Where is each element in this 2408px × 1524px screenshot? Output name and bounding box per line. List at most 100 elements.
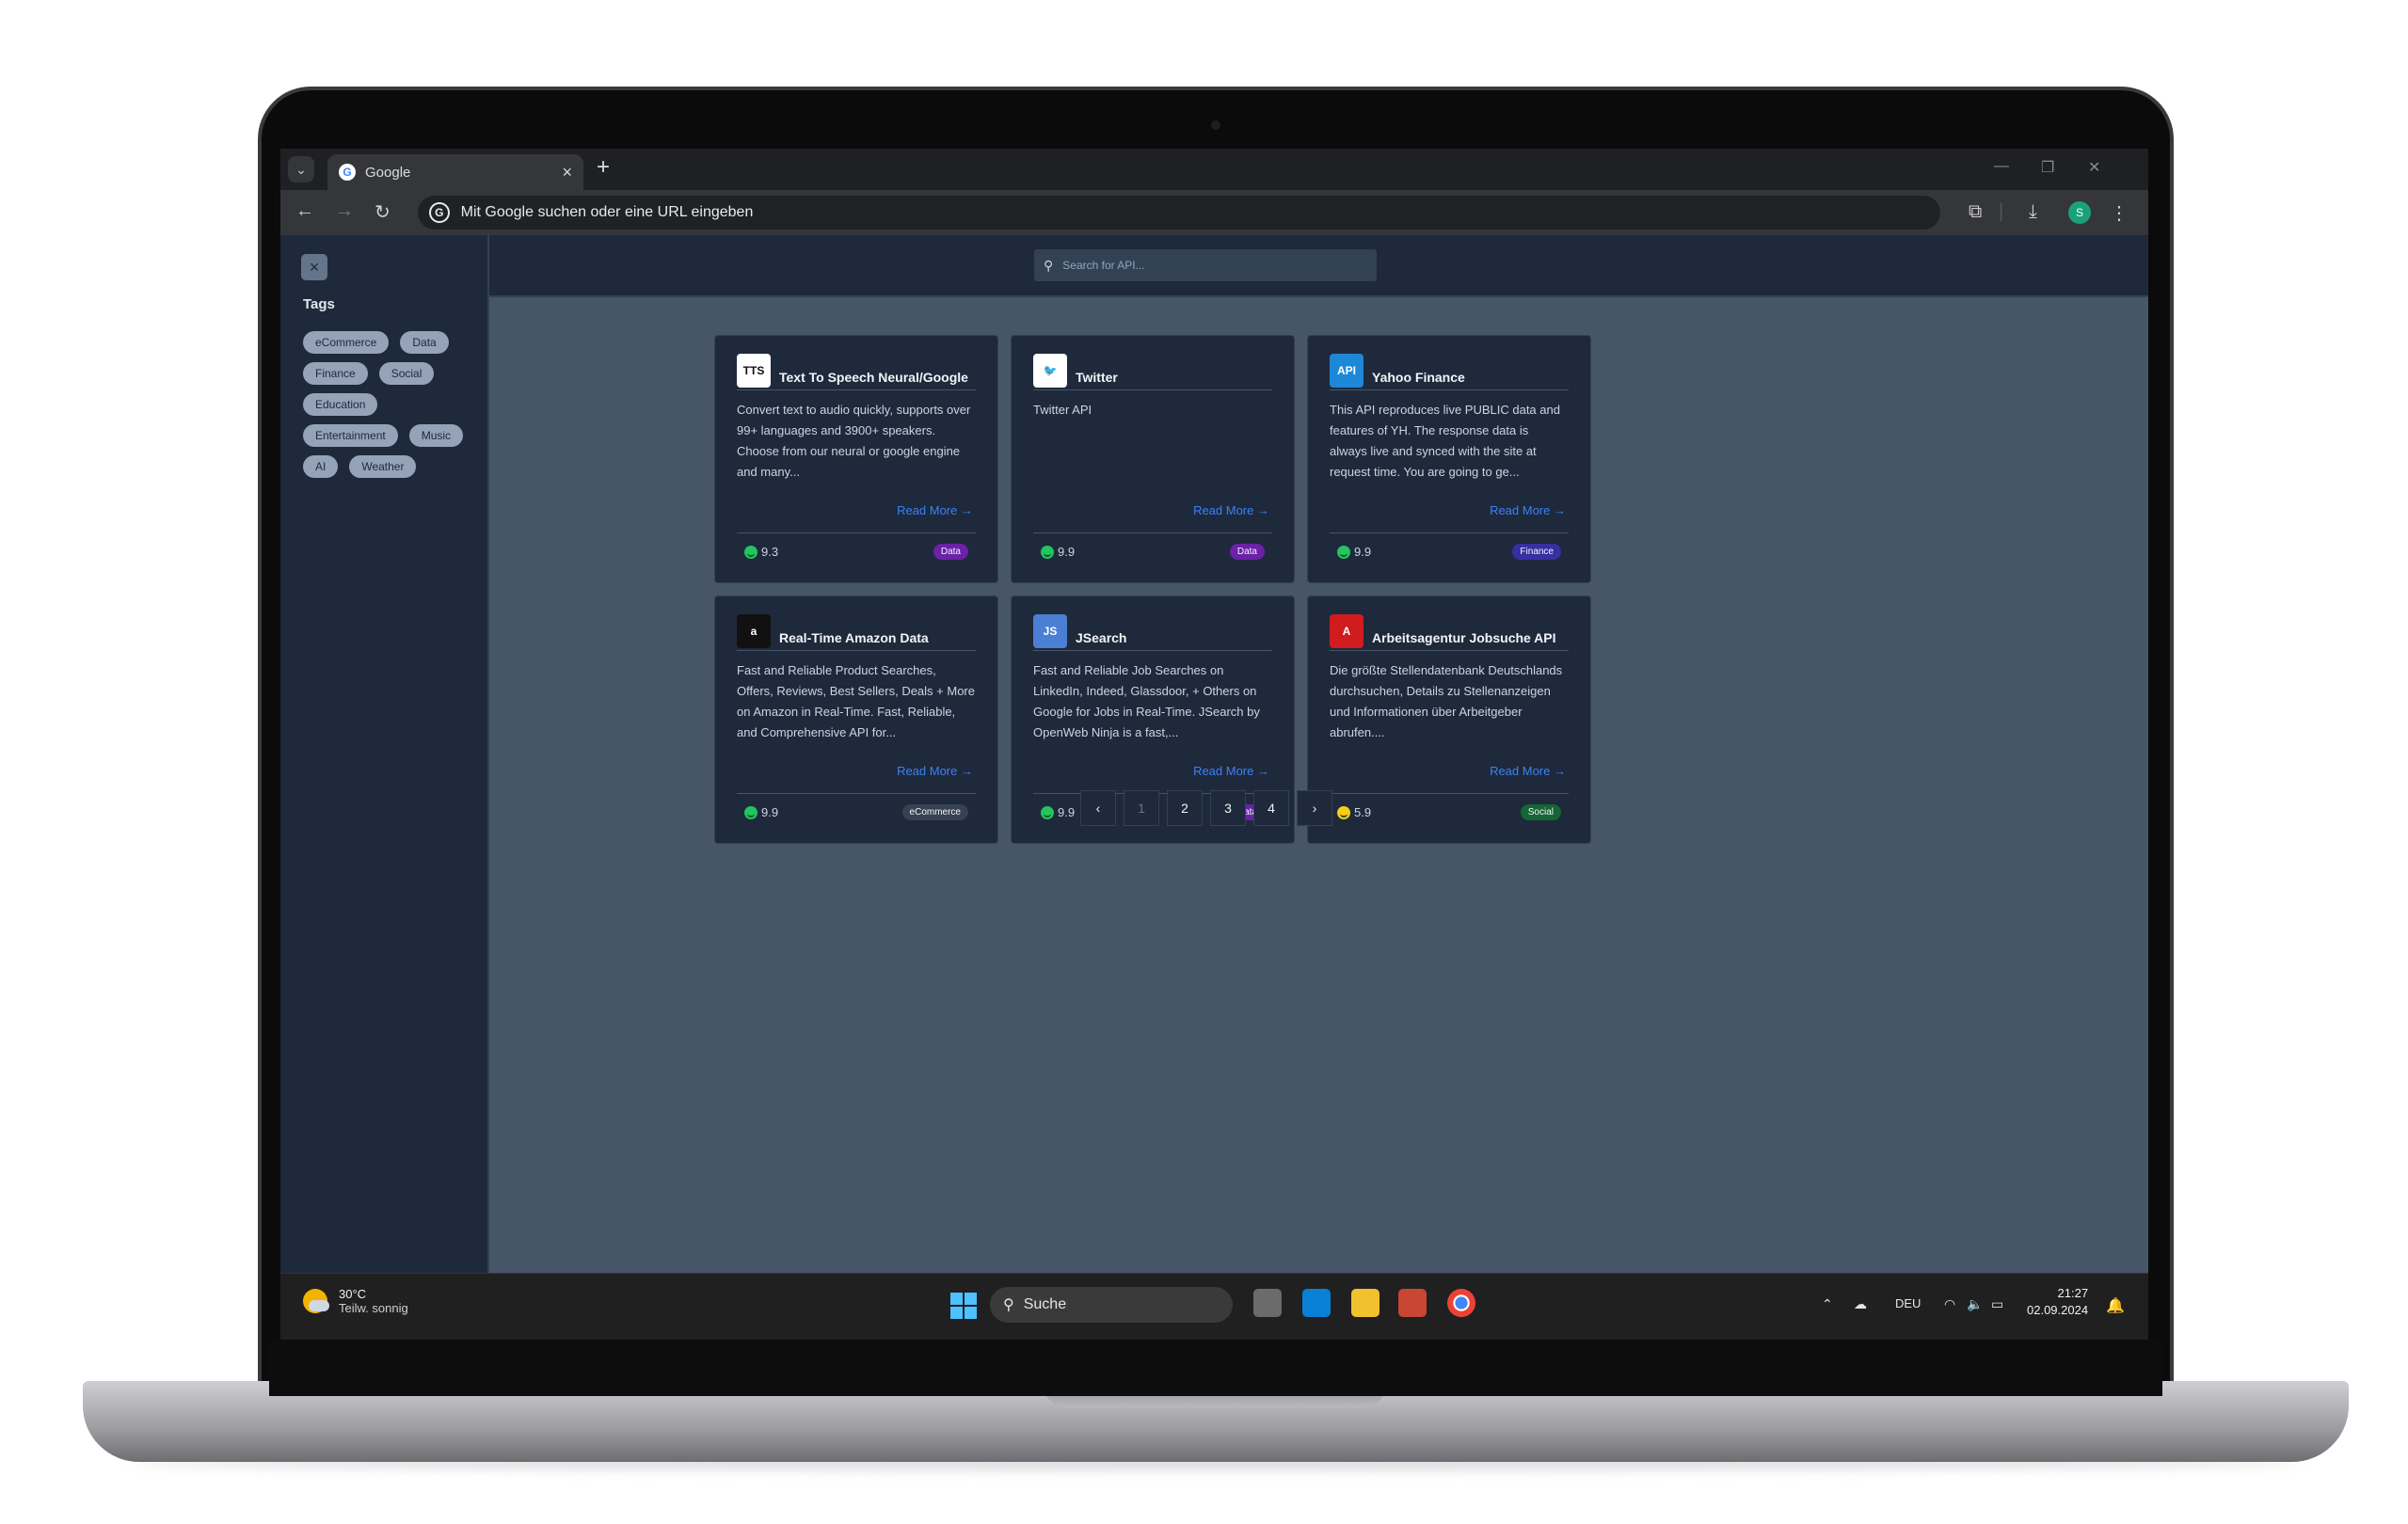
read-more-link[interactable]: Read More →	[1490, 503, 1566, 517]
reload-icon[interactable]: ↻	[375, 200, 391, 224]
volume-icon[interactable]: 🔈	[1967, 1296, 1983, 1312]
card-description: Twitter API	[1033, 403, 1092, 417]
menu-kebab-icon[interactable]: ⋮	[2110, 201, 2129, 225]
category-badge[interactable]: Data	[933, 544, 968, 560]
arrow-right-icon: →	[961, 764, 973, 778]
extensions-icon[interactable]: ⧉	[1969, 201, 1982, 223]
api-card[interactable]: TTS Text To Speech Neural/Google Convert…	[714, 335, 998, 583]
arrow-right-icon: →	[1257, 764, 1269, 778]
read-more-link[interactable]: Read More →	[897, 503, 973, 517]
battery-icon[interactable]: ▭	[1991, 1296, 2003, 1312]
bottom-bezel	[269, 1340, 2162, 1396]
toolbar-divider: |	[1999, 201, 2004, 222]
taskbar: 30°C Teilw. sonnig ⚲ Suche ⌃ ☁ DEU ◠ 🔈 ▭…	[280, 1273, 2148, 1340]
card-header: TTS Text To Speech Neural/Google	[737, 353, 976, 390]
read-more-link[interactable]: Read More →	[1193, 503, 1269, 517]
next-page-button[interactable]: ›	[1297, 790, 1332, 826]
card-title[interactable]: Yahoo Finance	[1372, 357, 1465, 385]
tab-search-button[interactable]: ⌄	[288, 156, 314, 183]
api-search-box[interactable]: ⚲	[1034, 249, 1377, 281]
language-indicator[interactable]: DEU	[1895, 1296, 1921, 1310]
tab-close-button[interactable]: ×	[562, 163, 572, 183]
prev-page-button[interactable]: ‹	[1080, 790, 1116, 826]
sidebar: × Tags eCommerce Data Finance Social Educati…	[280, 235, 489, 1273]
category-badge[interactable]: Social	[1520, 804, 1561, 820]
tag-chip[interactable]: Social	[378, 362, 435, 385]
chrome-icon[interactable]	[1447, 1289, 1475, 1317]
card-title[interactable]: Text To Speech Neural/Google	[779, 357, 968, 385]
onedrive-cloud-icon[interactable]: ☁	[1854, 1296, 1867, 1312]
card-title[interactable]: Real-Time Amazon Data	[779, 617, 929, 645]
tag-chip[interactable]: Data	[400, 331, 449, 354]
tab-google[interactable]: G Google ×	[327, 154, 583, 190]
forward-icon[interactable]: →	[335, 200, 354, 222]
tag-chip[interactable]: Weather	[349, 455, 417, 478]
pagination: ‹ 1 2 3 4 ›	[1080, 790, 1332, 826]
chevron-up-icon[interactable]: ⌃	[1822, 1296, 1833, 1312]
tag-chip[interactable]: eCommerce	[303, 331, 390, 354]
taskbar-search-label: Suche	[1023, 1296, 1067, 1312]
search-icon: ⚲	[1044, 257, 1054, 273]
api-card[interactable]: 🐦 Twitter Twitter API Read More → 9.9 Da…	[1011, 335, 1295, 583]
notification-bell-icon[interactable]: 🔔	[2106, 1296, 2125, 1315]
tag-chip[interactable]: Education	[303, 393, 378, 416]
back-icon[interactable]: ←	[295, 200, 314, 222]
minimize-icon[interactable]: —	[1994, 158, 2009, 175]
api-card[interactable]: A Arbeitsagentur Jobsuche API Die größte…	[1307, 595, 1591, 844]
taskbar-search[interactable]: ⚲ Suche	[990, 1287, 1233, 1323]
address-bar[interactable]: G	[418, 196, 1940, 230]
clock-time: 21:27	[2057, 1286, 2089, 1300]
weather-widget[interactable]: 30°C Teilw. sonnig	[303, 1287, 408, 1315]
card-header: API Yahoo Finance	[1330, 353, 1569, 390]
read-more-link[interactable]: Read More →	[1490, 764, 1566, 778]
omnibox-input[interactable]	[460, 204, 1929, 221]
rating-value: 5.9	[1354, 805, 1372, 819]
tag-chip[interactable]: Entertainment	[303, 424, 398, 447]
weather-condition: Teilw. sonnig	[339, 1301, 408, 1315]
powerpoint-icon[interactable]	[1398, 1289, 1427, 1317]
api-card[interactable]: API Yahoo Finance This API reproduces li…	[1307, 335, 1591, 583]
download-icon[interactable]: ⤓	[2029, 201, 2037, 223]
task-view-icon[interactable]	[1253, 1289, 1282, 1317]
profile-avatar[interactable]: S	[2068, 201, 2091, 224]
new-tab-button[interactable]: +	[597, 154, 610, 181]
read-more-link[interactable]: Read More →	[897, 764, 973, 778]
temperature: 30°C	[339, 1287, 367, 1301]
smiley-icon	[1337, 545, 1350, 559]
page-button-3[interactable]: 3	[1210, 790, 1246, 826]
smiley-icon	[1337, 805, 1350, 819]
read-more-link[interactable]: Read More →	[1193, 764, 1269, 778]
card-description: Die größte Stellendatenbank Deutschlands…	[1330, 663, 1563, 739]
card-title[interactable]: Arbeitsagentur Jobsuche API	[1372, 617, 1556, 645]
page-button-1[interactable]: 1	[1124, 790, 1159, 826]
api-logo-icon: 🐦	[1033, 353, 1067, 388]
rating-value: 9.9	[1354, 545, 1372, 559]
clock-date: 02.09.2024	[2027, 1303, 2089, 1317]
api-search-input[interactable]	[1062, 259, 1367, 272]
category-badge[interactable]: Finance	[1512, 544, 1561, 560]
tag-chip[interactable]: AI	[303, 455, 339, 478]
wifi-icon[interactable]: ◠	[1944, 1296, 1955, 1312]
card-title[interactable]: Twitter	[1076, 357, 1118, 385]
category-badge[interactable]: Data	[1229, 544, 1265, 560]
page-button-4[interactable]: 4	[1253, 790, 1289, 826]
card-footer: 9.9 eCommerce	[737, 793, 976, 831]
system-clock[interactable]: 21:27 02.09.2024	[2027, 1285, 2088, 1319]
smiley-icon	[1041, 805, 1054, 819]
app-header: ⚲	[489, 235, 2148, 297]
card-description: This API reproduces live PUBLIC data and…	[1330, 403, 1560, 479]
tag-chip[interactable]: Music	[408, 424, 464, 447]
vscode-icon[interactable]	[1302, 1289, 1331, 1317]
category-badge[interactable]: eCommerce	[901, 804, 968, 820]
sidebar-close-button[interactable]: ×	[301, 254, 327, 280]
api-card[interactable]: a Real-Time Amazon Data Fast and Reliabl…	[714, 595, 998, 844]
window-close-icon[interactable]: ✕	[2088, 158, 2100, 177]
page-button-2[interactable]: 2	[1167, 790, 1203, 826]
card-title[interactable]: JSearch	[1076, 617, 1126, 645]
windows-start-icon[interactable]	[950, 1293, 977, 1319]
tag-chip[interactable]: Finance	[303, 362, 368, 385]
file-explorer-icon[interactable]	[1351, 1289, 1379, 1317]
rating: 9.9	[1041, 805, 1075, 819]
maximize-icon[interactable]: ❐	[2041, 158, 2054, 177]
api-logo-icon: API	[1330, 353, 1363, 388]
